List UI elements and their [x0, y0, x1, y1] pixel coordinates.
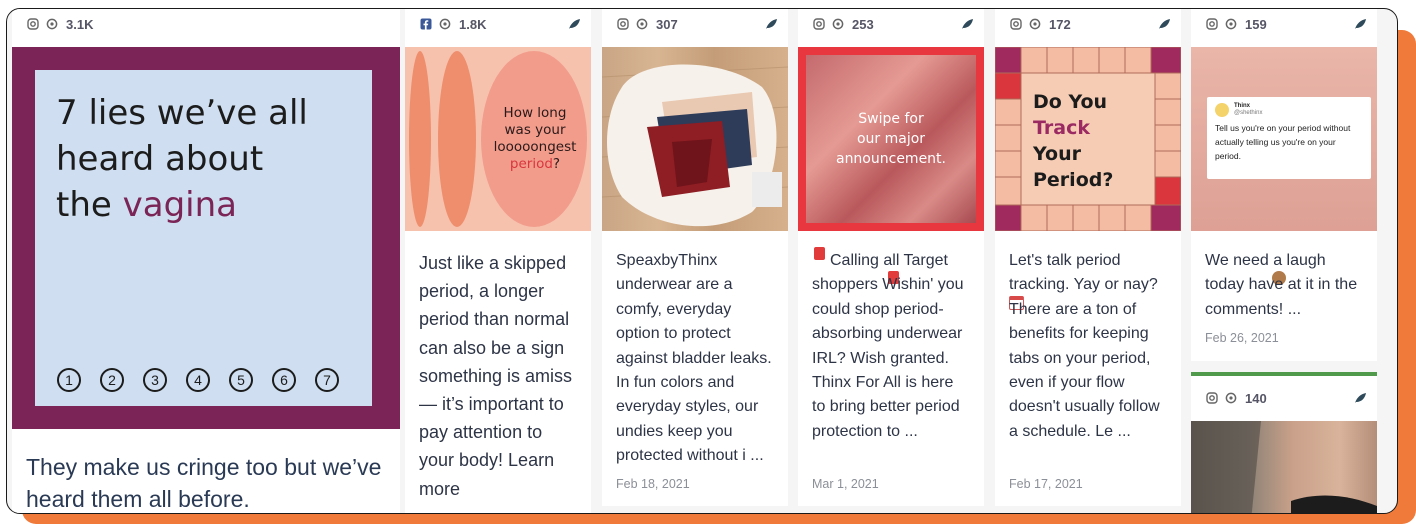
engagement-icon — [635, 18, 648, 31]
engagement-count: 1.8K — [459, 16, 487, 32]
post-caption: They make us cringe too but we’ve heard … — [26, 454, 382, 512]
post-image[interactable]: Do You Track Your Period? — [995, 47, 1181, 231]
post-grid: 3.1K 7 lies we’ve all heard about the va… — [6, 8, 1398, 514]
image-text-line: looooongest — [493, 139, 577, 155]
image-text-line: Your — [1033, 143, 1081, 165]
leaf-icon — [765, 18, 778, 30]
tweet-card: Thinx @shethinx Tell us you're on your p… — [1207, 97, 1371, 179]
leaf-icon — [1354, 392, 1367, 404]
number-circle: 2 — [100, 368, 124, 392]
number-circle: 3 — [143, 368, 167, 392]
image-title-prefix: the — [56, 185, 112, 225]
image-text-suffix: ? — [552, 156, 561, 172]
image-text-highlight: Track — [1033, 117, 1090, 139]
post-date: Mar 1, 2021 — [812, 477, 879, 491]
post-image[interactable]: How long was your looooongest period? — [405, 47, 591, 231]
post-header: 3.1K — [12, 9, 400, 39]
leaf-icon — [1354, 18, 1367, 30]
post-card[interactable]: 1.8K How long was your looooongest perio… — [405, 9, 591, 513]
number-circle: 6 — [272, 368, 296, 392]
image-title-highlight: vagina — [122, 185, 237, 225]
instagram-icon — [1205, 18, 1218, 31]
engagement-count: 3.1K — [66, 16, 94, 32]
image-text-line: our major — [856, 131, 926, 147]
instagram-icon — [616, 18, 629, 31]
post-header: 159 — [1191, 9, 1377, 39]
tweet-text: Tell us you're on your period without ac… — [1215, 123, 1351, 161]
image-photo: Swipe for our major announcement. — [806, 55, 976, 223]
post-date: Feb 17, 2021 — [1009, 477, 1083, 491]
post-date: Feb 26, 2021 — [1205, 331, 1279, 345]
post-header: 1.8K — [405, 9, 591, 39]
number-row: 1 2 3 4 5 6 7 — [57, 368, 339, 392]
post-header: 140 — [1191, 383, 1377, 413]
post-caption: Just like a skipped period, a longer per… — [419, 253, 573, 499]
image-panel: 7 lies we’ve all heard about the vagina … — [35, 70, 372, 406]
post-card[interactable]: 307 SpeaxbyThinx underwear are a comfy, … — [602, 9, 788, 506]
post-header: 307 — [602, 9, 788, 39]
post-header: 253 — [798, 9, 984, 39]
leaf-icon — [1158, 18, 1171, 30]
instagram-icon — [26, 18, 39, 31]
decor-oval — [409, 51, 431, 227]
post-card[interactable]: 159 Thinx @shethinx Tell us you're on yo… — [1191, 9, 1377, 361]
facebook-icon — [419, 18, 432, 31]
engagement-icon — [1224, 392, 1237, 405]
engagement-count: 140 — [1245, 390, 1267, 406]
engagement-icon — [45, 18, 58, 31]
post-header: 172 — [995, 9, 1181, 39]
engagement-icon — [438, 18, 451, 31]
decor-oval — [438, 51, 476, 227]
post-card[interactable]: 172 Do You Track Your Period? Let's talk… — [995, 9, 1181, 506]
engagement-count: 172 — [1049, 16, 1071, 32]
image-text-line: was your — [504, 122, 566, 138]
image-title-line: heard about — [56, 139, 264, 179]
post-date: Feb 18, 2021 — [616, 477, 690, 491]
instagram-icon — [812, 18, 825, 31]
post-image[interactable]: Swipe for our major announcement. — [798, 47, 984, 231]
leaf-icon — [961, 18, 974, 30]
engagement-count: 159 — [1245, 16, 1267, 32]
post-card[interactable]: 3.1K 7 lies we’ve all heard about the va… — [12, 9, 400, 513]
engagement-icon — [1224, 18, 1237, 31]
number-circle: 7 — [315, 368, 339, 392]
engagement-count: 253 — [852, 16, 874, 32]
post-image[interactable]: 7 lies we’ve all heard about the vagina … — [12, 47, 400, 429]
engagement-count: 307 — [656, 16, 678, 32]
post-caption: We need a laugh today have at it in the … — [1205, 252, 1358, 318]
number-circle: 4 — [186, 368, 210, 392]
post-caption: Calling all Target shoppers Wishin' you … — [812, 252, 964, 440]
post-image[interactable]: Thinx @shethinx Tell us you're on your p… — [1191, 47, 1377, 231]
image-title-line: 7 lies we’ve all — [56, 93, 308, 133]
number-circle: 5 — [229, 368, 253, 392]
post-image[interactable] — [1191, 421, 1377, 513]
image-text-highlight: period — [509, 156, 553, 172]
tweet-name: Thinx — [1234, 103, 1250, 109]
number-circle: 1 — [57, 368, 81, 392]
instagram-icon — [1205, 392, 1218, 405]
engagement-icon — [1028, 18, 1041, 31]
avatar — [1215, 103, 1229, 117]
image-text-line: announcement. — [835, 151, 946, 167]
post-card[interactable]: 140 — [1191, 372, 1377, 513]
image-text-line: Do You — [1033, 91, 1108, 113]
post-caption: SpeaxbyThinx underwear are a comfy, ever… — [616, 252, 772, 465]
instagram-icon — [1009, 18, 1022, 31]
post-card[interactable]: 253 Swipe for our major announcement. Ca… — [798, 9, 984, 506]
image-text-line: Period? — [1033, 169, 1114, 191]
image-text-line: How long — [503, 105, 567, 121]
image-text-line: Swipe for — [858, 111, 924, 127]
post-caption: Let's talk period tracking. Yay or nay? … — [1009, 252, 1160, 440]
post-image[interactable] — [602, 47, 788, 231]
tweet-handle: @shethinx — [1234, 110, 1263, 116]
leaf-icon — [568, 18, 581, 30]
engagement-icon — [831, 18, 844, 31]
